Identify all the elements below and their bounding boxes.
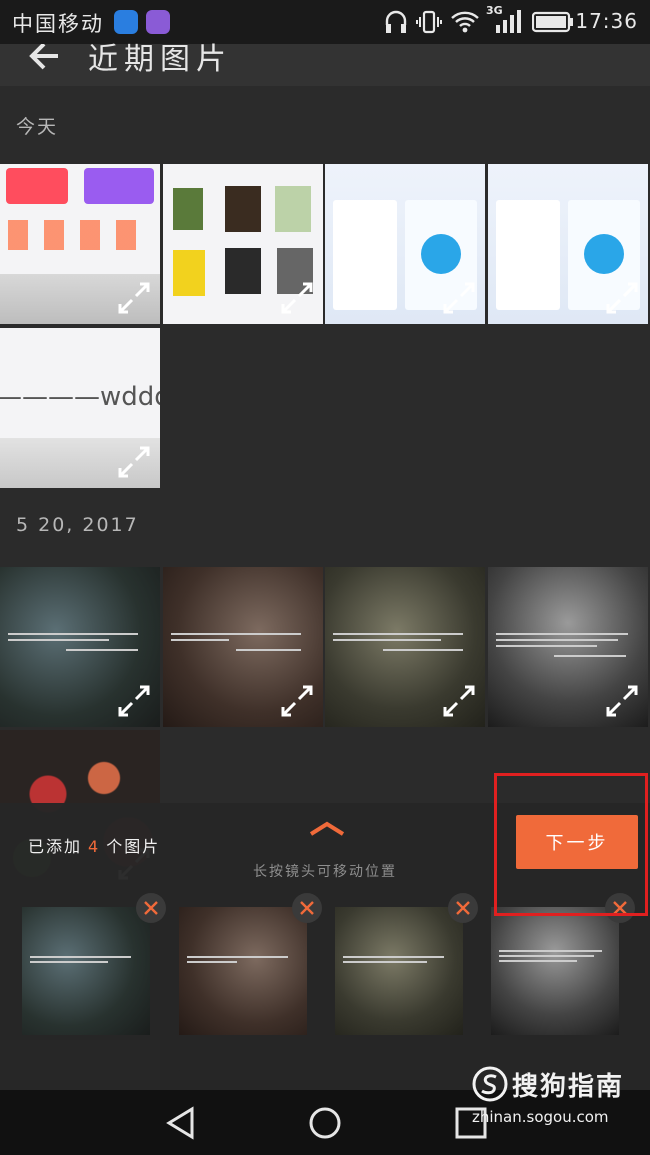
remove-photo-button[interactable] <box>136 893 166 923</box>
app-header: 近期图片 <box>0 42 650 86</box>
photo-thumbnail[interactable]: ————wddd <box>0 328 160 488</box>
close-icon <box>144 901 158 915</box>
photo-thumbnail[interactable] <box>488 567 648 727</box>
wifi-icon <box>451 11 479 33</box>
clock: 17:36 <box>575 9 638 33</box>
photo-thumbnail[interactable] <box>163 567 323 727</box>
photo-thumbnail[interactable] <box>325 567 485 727</box>
app-screen <box>333 200 397 310</box>
selected-photo[interactable] <box>491 907 619 1035</box>
expand-icon[interactable] <box>604 683 640 719</box>
photo-thumbnail[interactable] <box>0 567 160 727</box>
photo-thumbnail[interactable] <box>488 164 648 324</box>
book-cover <box>173 188 203 230</box>
photo-caption-lines <box>187 953 299 966</box>
expand-icon[interactable] <box>604 280 640 316</box>
photo-caption-lines <box>343 953 455 966</box>
photo-caption-lines <box>171 629 315 651</box>
remove-photo-button[interactable] <box>292 893 322 923</box>
page-title: 近期图片 <box>88 42 232 77</box>
expand-icon[interactable] <box>279 683 315 719</box>
gallery-notification-icon <box>146 10 170 34</box>
section-label-date: 5 20, 2017 <box>16 514 139 536</box>
expand-icon[interactable] <box>279 280 315 316</box>
expand-icon[interactable] <box>441 683 477 719</box>
home-circle-icon[interactable] <box>308 1106 342 1140</box>
book-cover <box>275 186 311 232</box>
expand-icon[interactable] <box>116 280 152 316</box>
selected-photo[interactable] <box>335 907 463 1035</box>
watermark-brand: 搜狗指南 <box>512 1072 625 1102</box>
added-count: 4 <box>88 837 101 856</box>
book-cover <box>225 186 261 232</box>
signal-icon <box>496 10 521 33</box>
photo-caption-lines <box>496 629 640 657</box>
expand-icon[interactable] <box>441 280 477 316</box>
section-label-today: 今天 <box>16 116 59 138</box>
expand-icon[interactable] <box>116 683 152 719</box>
app-tile <box>84 168 154 204</box>
app-screen <box>496 200 560 310</box>
vibrate-icon <box>416 10 442 34</box>
headphone-icon <box>385 10 407 33</box>
back-arrow-icon[interactable] <box>24 44 64 74</box>
added-suffix: 个图片 <box>106 837 161 856</box>
photo-caption-lines <box>499 947 611 965</box>
app-notification-icon <box>114 10 138 34</box>
book-cover <box>173 250 205 296</box>
book-cover <box>225 248 261 294</box>
selected-photo[interactable] <box>179 907 307 1035</box>
photo-caption-lines <box>333 629 477 651</box>
sogou-logo-icon <box>472 1066 508 1102</box>
app-badge <box>421 234 461 274</box>
photo-caption-lines <box>30 953 142 966</box>
expand-icon[interactable] <box>116 444 152 480</box>
photo-thumbnail[interactable] <box>325 164 485 324</box>
remove-photo-button[interactable] <box>448 893 478 923</box>
selected-photo[interactable] <box>22 907 150 1035</box>
added-prefix: 已添加 <box>28 837 83 856</box>
close-icon <box>300 901 314 915</box>
photo-thumbnail[interactable] <box>163 164 323 324</box>
photo-thumbnail[interactable] <box>0 164 160 324</box>
back-triangle-icon[interactable] <box>164 1106 198 1140</box>
battery-icon <box>532 11 573 33</box>
app-badge <box>584 234 624 274</box>
watermark-url: zhinan.sogou.com <box>472 1108 609 1126</box>
close-icon <box>456 901 470 915</box>
app-icons-row <box>8 220 152 250</box>
thumb-text: ————wddd <box>0 382 160 412</box>
app-tile <box>6 168 68 204</box>
added-count-label: 已添加 4 个图片 <box>28 833 160 857</box>
photo-caption-lines <box>8 629 152 651</box>
highlight-annotation <box>494 773 648 916</box>
chevron-up-icon[interactable] <box>308 821 346 837</box>
